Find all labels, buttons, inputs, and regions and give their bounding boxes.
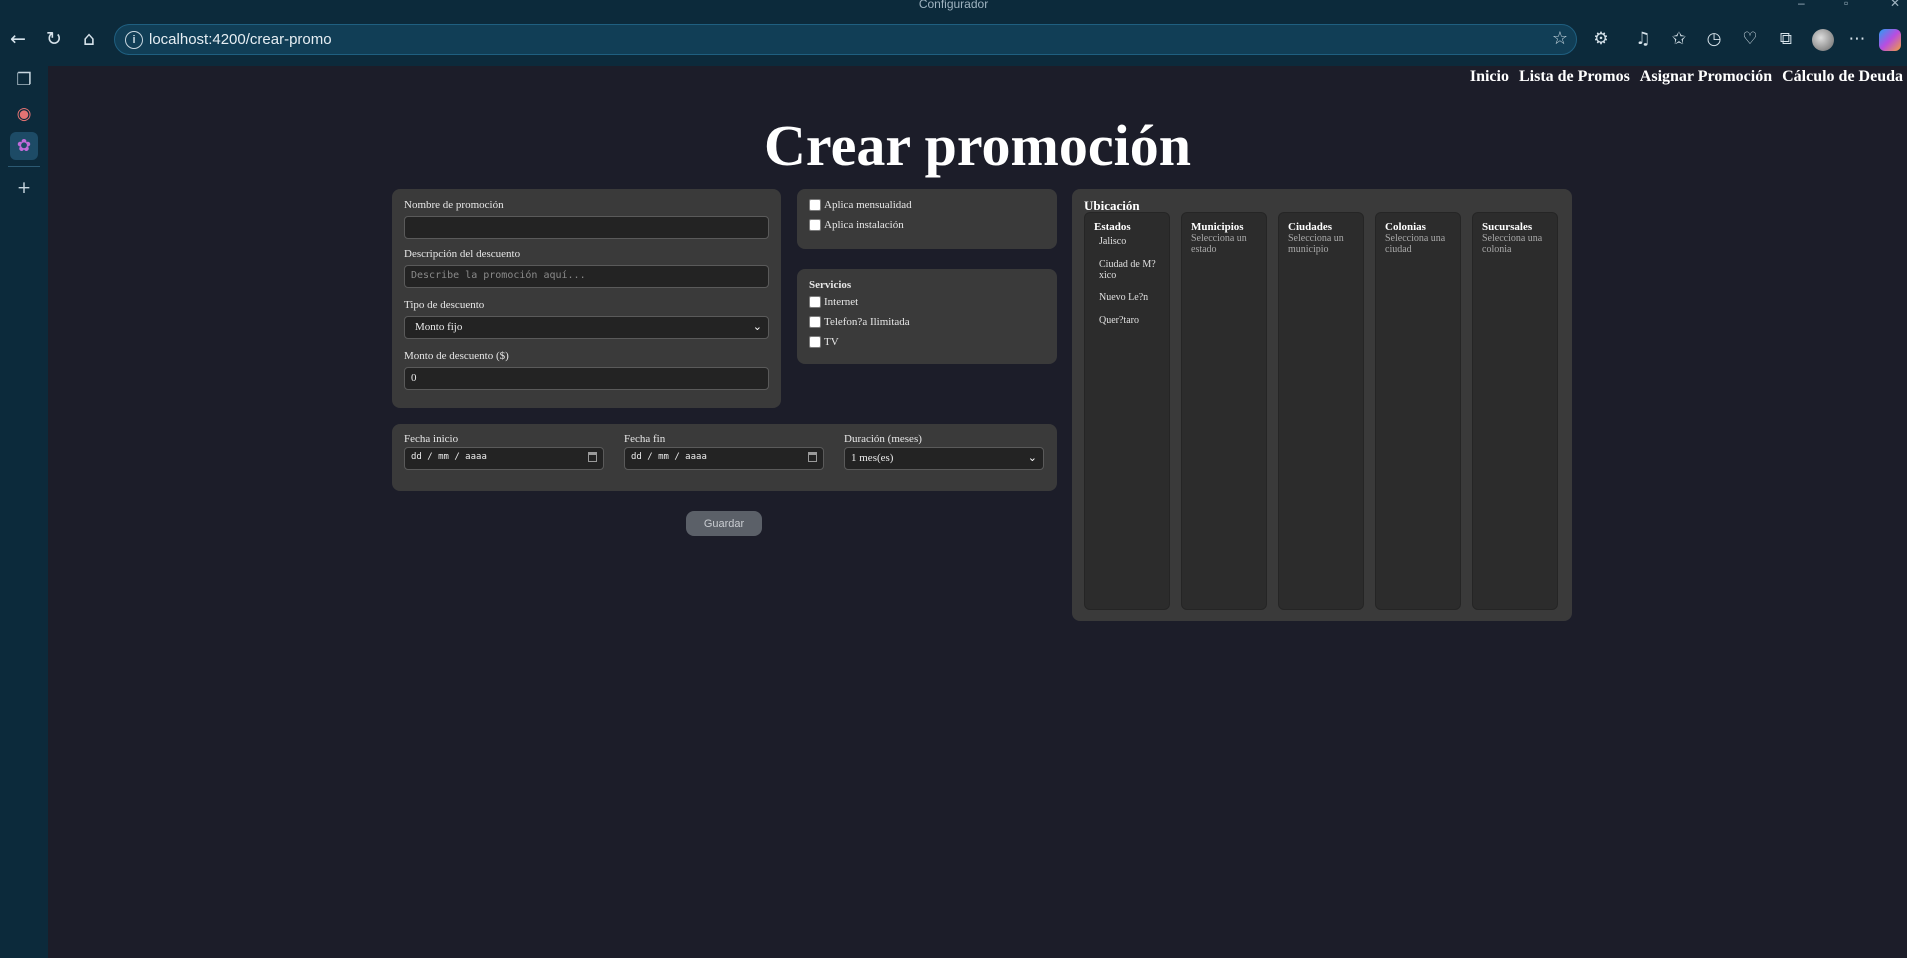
reload-icon[interactable]: ↻	[41, 26, 67, 52]
health-icon[interactable]: ♡	[1736, 24, 1764, 54]
tipo-select-value: Monto fijo	[415, 321, 463, 333]
sucursales-hint: Selecciona una colonia	[1482, 233, 1543, 255]
browser-toolbar: ← ↻ ⌂ i localhost:4200/crear-promo ☆ ⚙ ♫…	[0, 12, 1907, 66]
aplica-mensualidad-checkbox[interactable]	[809, 199, 821, 211]
colonias-hint: Selecciona una ciudad	[1385, 233, 1446, 255]
estado-item[interactable]: Jalisco	[1099, 236, 1167, 247]
aplica-instalacion-label: Aplica instalación	[824, 219, 904, 231]
page-title: Crear promoción	[764, 113, 1191, 178]
fecha-inicio-input[interactable]: dd / mm / aaaa	[404, 447, 604, 470]
fecha-fin-value: dd / mm / aaaa	[631, 452, 707, 462]
chevron-down-icon: ⌄	[1027, 451, 1037, 464]
servicio-tv-checkbox[interactable]	[809, 336, 821, 348]
fecha-inicio-label: Fecha inicio	[404, 433, 459, 445]
descripcion-label: Descripción del descuento	[404, 248, 521, 260]
favorites-icon[interactable]: ✩	[1665, 24, 1693, 54]
back-icon[interactable]: ←	[5, 26, 31, 52]
favorite-star-icon[interactable]: ☆	[1552, 28, 1568, 49]
collections-icon[interactable]: ⧉	[1772, 24, 1800, 54]
ciudades-header: Ciudades	[1288, 221, 1333, 233]
estado-item[interactable]: Quer?taro	[1099, 315, 1167, 326]
nav-inicio[interactable]: Inicio	[1470, 68, 1509, 86]
colonias-column: Colonias Selecciona una ciudad	[1375, 212, 1461, 610]
extensions-icon[interactable]: ⚙	[1587, 24, 1615, 54]
promo-details-card: Nombre de promoción Descripción del desc…	[392, 189, 781, 408]
fecha-fin-label: Fecha fin	[624, 433, 666, 445]
home-icon[interactable]: ⌂	[76, 26, 102, 52]
site-info-icon[interactable]: i	[125, 31, 143, 49]
calendar-icon[interactable]	[808, 452, 817, 462]
window-title: Configurador	[918, 0, 989, 11]
duracion-label: Duración (meses)	[844, 433, 922, 445]
app-tab-icon[interactable]: ✿	[10, 132, 38, 160]
more-menu-icon[interactable]: ⋯	[1843, 24, 1871, 54]
monto-input[interactable]: 0	[404, 367, 769, 390]
calendar-icon[interactable]	[588, 452, 597, 462]
fecha-fin-input[interactable]: dd / mm / aaaa	[624, 447, 824, 470]
fecha-inicio-value: dd / mm / aaaa	[411, 452, 487, 462]
url-text: localhost:4200/crear-promo	[149, 31, 332, 48]
history-icon[interactable]: ◷	[1700, 24, 1728, 54]
nombre-input[interactable]	[404, 216, 769, 239]
estados-header: Estados	[1094, 221, 1131, 233]
servicios-title: Servicios	[809, 279, 852, 291]
restore-icon[interactable]: ▫	[1844, 0, 1848, 10]
profile-avatar[interactable]	[1812, 29, 1834, 51]
sucursales-header: Sucursales	[1482, 221, 1533, 233]
descripcion-input[interactable]: Describe la promoción aquí...	[404, 265, 769, 288]
tab-actions-icon[interactable]: ❐	[10, 66, 38, 94]
minimize-icon[interactable]: –	[1798, 0, 1805, 10]
aplica-card: Aplica mensualidad Aplica instalación	[797, 189, 1057, 249]
sucursales-column: Sucursales Selecciona una colonia	[1472, 212, 1558, 610]
aplica-instalacion-row: Aplica instalación	[809, 219, 904, 231]
estado-item[interactable]: Ciudad de M?xico	[1099, 259, 1167, 281]
save-button[interactable]: Guardar	[686, 511, 762, 536]
nav-lista-promos[interactable]: Lista de Promos	[1519, 68, 1630, 86]
municipios-header: Municipios	[1191, 221, 1244, 233]
estado-item[interactable]: Nuevo Le?n	[1099, 292, 1167, 303]
ciudades-hint: Selecciona un municipio	[1288, 233, 1344, 255]
servicio-telefonia-row: Telefon?a Ilimitada	[809, 316, 910, 328]
duracion-select-value: 1 mes(es)	[851, 452, 894, 464]
top-nav: Inicio Lista de Promos Asignar Promoción…	[1470, 68, 1903, 86]
browser-sidebar: ❐ ◉ ✿ +	[0, 66, 48, 958]
new-tab-icon[interactable]: +	[10, 174, 38, 202]
window-titlebar: Configurador – ▫ ✕	[0, 0, 1907, 12]
monto-label: Monto de descuento ($)	[404, 350, 509, 362]
colonias-header: Colonias	[1385, 221, 1426, 233]
record-icon[interactable]: ◉	[10, 100, 38, 128]
tipo-select[interactable]: Monto fijo ⌄	[404, 316, 769, 339]
nombre-label: Nombre de promoción	[404, 199, 504, 211]
ciudades-column: Ciudades Selecciona un municipio	[1278, 212, 1364, 610]
estados-column: Estados Jalisco Ciudad de M?xico Nuevo L…	[1084, 212, 1170, 610]
municipios-hint: Selecciona un estado	[1191, 233, 1247, 255]
servicio-internet-row: Internet	[809, 296, 858, 308]
media-icon[interactable]: ♫	[1629, 24, 1657, 54]
servicio-telefonia-checkbox[interactable]	[809, 316, 821, 328]
servicio-internet-checkbox[interactable]	[809, 296, 821, 308]
duracion-select[interactable]: 1 mes(es) ⌄	[844, 447, 1044, 470]
chevron-down-icon: ⌄	[752, 320, 762, 333]
close-icon[interactable]: ✕	[1890, 0, 1900, 10]
aplica-mensualidad-row: Aplica mensualidad	[809, 199, 912, 211]
servicio-telefonia-label: Telefon?a Ilimitada	[824, 316, 910, 328]
servicio-tv-row: TV	[809, 336, 839, 348]
ubicacion-card: Ubicación Estados Jalisco Ciudad de M?xi…	[1072, 189, 1572, 621]
address-bar[interactable]: i localhost:4200/crear-promo ☆	[114, 24, 1577, 55]
tipo-label: Tipo de descuento	[404, 299, 485, 311]
sidebar-divider	[8, 166, 40, 167]
copilot-icon[interactable]	[1879, 29, 1901, 51]
fechas-card: Fecha inicio dd / mm / aaaa Fecha fin dd…	[392, 424, 1057, 491]
servicio-internet-label: Internet	[824, 296, 859, 308]
nav-asignar-promocion[interactable]: Asignar Promoción	[1640, 68, 1772, 86]
servicio-tv-label: TV	[824, 336, 839, 348]
aplica-instalacion-checkbox[interactable]	[809, 219, 821, 231]
servicios-card: Servicios Internet Telefon?a Ilimitada T…	[797, 269, 1057, 364]
nav-calculo-deuda[interactable]: Cálculo de Deuda	[1782, 68, 1903, 86]
aplica-mensualidad-label: Aplica mensualidad	[824, 199, 912, 211]
municipios-column: Municipios Selecciona un estado	[1181, 212, 1267, 610]
